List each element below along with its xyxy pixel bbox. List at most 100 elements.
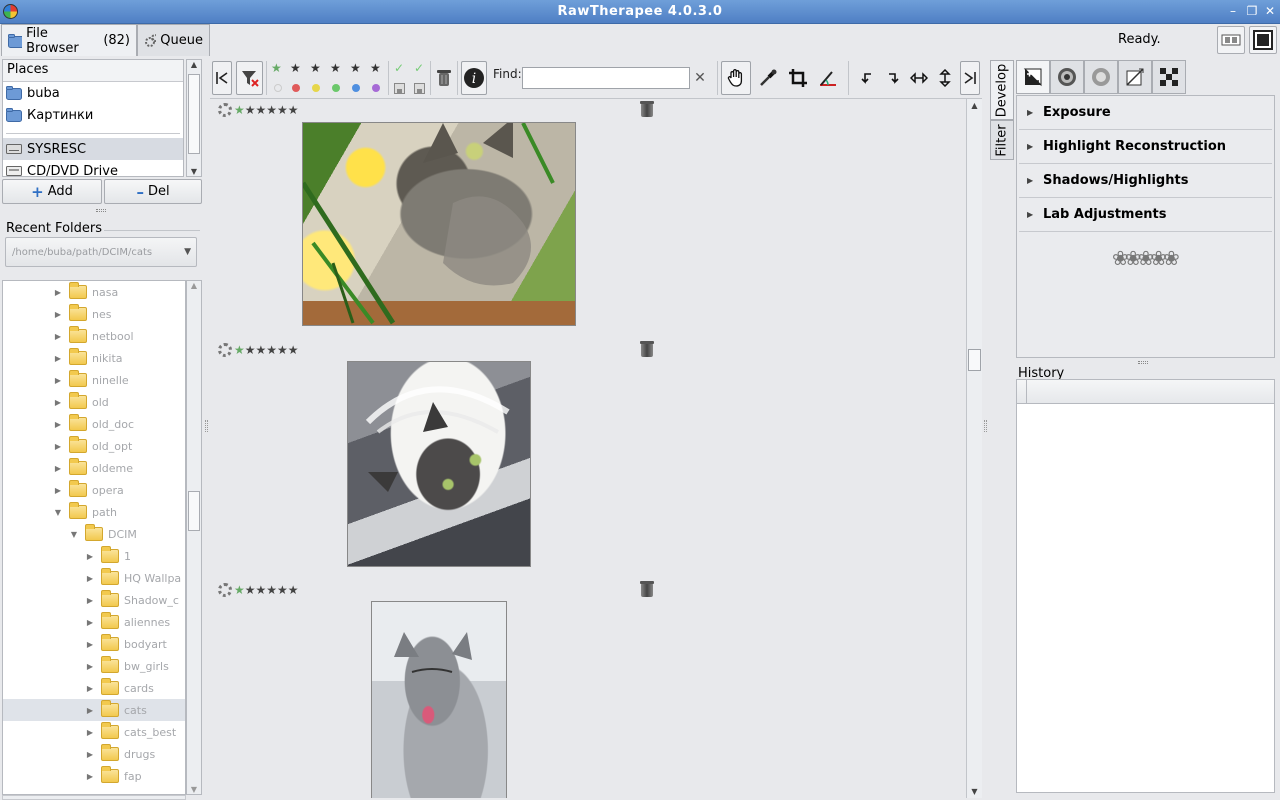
add-place-button[interactable]: + Add: [2, 179, 102, 204]
color-filter-purple[interactable]: [372, 84, 380, 92]
tool-highlight-reconstruction[interactable]: ▶ Highlight Reconstruction: [1019, 130, 1272, 164]
photo-cat-1[interactable]: [302, 122, 576, 326]
expander-right-icon[interactable]: ▶: [85, 596, 95, 605]
expander-right-icon[interactable]: ▶: [53, 376, 63, 385]
rating-stars[interactable]: ★★★★★★: [234, 583, 299, 597]
tree-row[interactable]: ▶ opera: [3, 479, 185, 501]
tree-row[interactable]: ▶ nikita: [3, 347, 185, 369]
color-filter-red[interactable]: [292, 84, 300, 92]
edited-filter-2-icon[interactable]: ✓: [412, 61, 426, 75]
expander-right-icon[interactable]: ▶: [85, 750, 95, 759]
processing-gear-icon[interactable]: [218, 583, 232, 597]
expander-right-icon[interactable]: ▶: [85, 640, 95, 649]
tree-row[interactable]: ▶ bw_girls: [3, 655, 185, 677]
expander-right-icon[interactable]: ▶: [53, 354, 63, 363]
tool-exposure[interactable]: ▶ Exposure: [1019, 96, 1272, 130]
thumbnail-card[interactable]: ★★★★★★: [210, 579, 965, 798]
tab-file-browser[interactable]: File Browser (82): [1, 24, 137, 56]
tree-row[interactable]: ▶ cats_best: [3, 721, 185, 743]
expander-right-icon[interactable]: ▶: [53, 420, 63, 429]
tree-row[interactable]: ▼ path: [3, 501, 185, 523]
star-filter-3[interactable]: ★: [330, 61, 341, 75]
photo-cat-2[interactable]: [347, 361, 531, 567]
pane-grip[interactable]: [96, 209, 106, 212]
tree-row[interactable]: ▶ HQ Wallpa: [3, 567, 185, 589]
tree-row[interactable]: ▼ DCIM: [3, 523, 185, 545]
hand-icon[interactable]: [721, 61, 751, 95]
expander-right-icon[interactable]: ▶: [85, 706, 95, 715]
star-filter-5[interactable]: ★: [370, 61, 381, 75]
recent-folders-combo[interactable]: /home/buba/path/DCIM/cats ▼: [5, 237, 197, 267]
tree-row[interactable]: ▶ ninelle: [3, 369, 185, 391]
right-panel-toggle-icon[interactable]: [960, 61, 980, 95]
tree-row[interactable]: ▶ old_doc: [3, 413, 185, 435]
raw-tab-icon[interactable]: [1152, 60, 1186, 94]
left-panel-toggle-icon[interactable]: [212, 61, 232, 95]
expander-right-icon[interactable]: ▶: [53, 398, 63, 407]
color-filter-blue[interactable]: [352, 84, 360, 92]
flip-horizontal-icon[interactable]: [908, 67, 930, 89]
star-filter-2[interactable]: ★: [310, 61, 321, 75]
saved-filter-icon[interactable]: [392, 81, 406, 95]
flip-vertical-icon[interactable]: [934, 67, 956, 89]
rotate-left-icon[interactable]: [856, 67, 878, 89]
star-filter-4[interactable]: ★: [350, 61, 361, 75]
find-input[interactable]: [522, 67, 690, 89]
del-place-button[interactable]: – Del: [104, 179, 202, 204]
tree-row[interactable]: ▶ cards: [3, 677, 185, 699]
expander-right-icon[interactable]: ▶: [53, 442, 63, 451]
trash-icon[interactable]: [640, 101, 654, 117]
expander-right-icon[interactable]: ▶: [85, 772, 95, 781]
exposure-tab-icon[interactable]: [1016, 60, 1050, 94]
tree-row[interactable]: ▶ bodyart: [3, 633, 185, 655]
tree-row[interactable]: ▶ netbool: [3, 325, 185, 347]
place-item-pictures[interactable]: Картинки: [3, 104, 183, 126]
place-item-sysresc[interactable]: SYSRESC: [3, 138, 183, 160]
detail-tab-icon[interactable]: [1050, 60, 1084, 94]
tree-row[interactable]: ▶ Shadow_c: [3, 589, 185, 611]
place-item-buba[interactable]: buba: [3, 82, 183, 104]
layout-toggle-button[interactable]: [1217, 26, 1245, 54]
rating-stars[interactable]: ★★★★★★: [234, 343, 299, 357]
trash-filter-icon[interactable]: [434, 67, 454, 89]
straighten-icon[interactable]: [816, 65, 840, 91]
saved-filter-2-icon[interactable]: [412, 81, 426, 95]
expander-right-icon[interactable]: ▶: [85, 574, 95, 583]
tree-row[interactable]: ▶ fap: [3, 765, 185, 787]
rating-stars[interactable]: ★★★★★★: [234, 103, 299, 117]
left-splitter[interactable]: [205, 420, 208, 432]
expander-right-icon[interactable]: ▶: [85, 552, 95, 561]
tool-lab-adjustments[interactable]: ▶ Lab Adjustments: [1019, 198, 1272, 232]
expander-right-icon[interactable]: ▶: [85, 662, 95, 671]
right-splitter[interactable]: [984, 420, 987, 432]
expander-right-icon[interactable]: ▶: [53, 486, 63, 495]
color-tab-icon[interactable]: [1084, 60, 1118, 94]
tool-shadows-highlights[interactable]: ▶ Shadows/Highlights: [1019, 164, 1272, 198]
crop-icon[interactable]: [786, 65, 810, 91]
transform-tab-icon[interactable]: [1118, 60, 1152, 94]
expander-right-icon[interactable]: ▶: [53, 310, 63, 319]
tree-row[interactable]: ▶ drugs: [3, 743, 185, 765]
thumbnail-card[interactable]: ★★★★★★: [210, 339, 965, 579]
tree-row[interactable]: ▶ nasa: [3, 281, 185, 303]
tree-hscrollbar[interactable]: [2, 795, 186, 800]
expander-right-icon[interactable]: ▶: [53, 464, 63, 473]
tree-row[interactable]: ▶ 1: [3, 545, 185, 567]
expander-right-icon[interactable]: ▶: [85, 684, 95, 693]
trash-icon[interactable]: [640, 581, 654, 597]
restore-icon[interactable]: ❐: [1245, 4, 1259, 18]
tree-row[interactable]: ▶ cats: [3, 699, 185, 721]
expander-right-icon[interactable]: ▶: [85, 618, 95, 627]
info-icon[interactable]: i: [461, 61, 487, 95]
tree-row[interactable]: ▶ old_opt: [3, 435, 185, 457]
edited-filter-icon[interactable]: ✓: [392, 61, 406, 75]
color-filter-none[interactable]: [274, 84, 282, 92]
tree-row[interactable]: ▶ old: [3, 391, 185, 413]
minimize-icon[interactable]: –: [1226, 4, 1240, 18]
processing-gear-icon[interactable]: [218, 103, 232, 117]
clear-icon[interactable]: ✕: [693, 68, 707, 88]
trash-icon[interactable]: [640, 341, 654, 357]
tree-row[interactable]: ▶ nes: [3, 303, 185, 325]
tab-develop[interactable]: Develop: [990, 60, 1014, 120]
tab-filter[interactable]: Filter: [990, 120, 1014, 160]
